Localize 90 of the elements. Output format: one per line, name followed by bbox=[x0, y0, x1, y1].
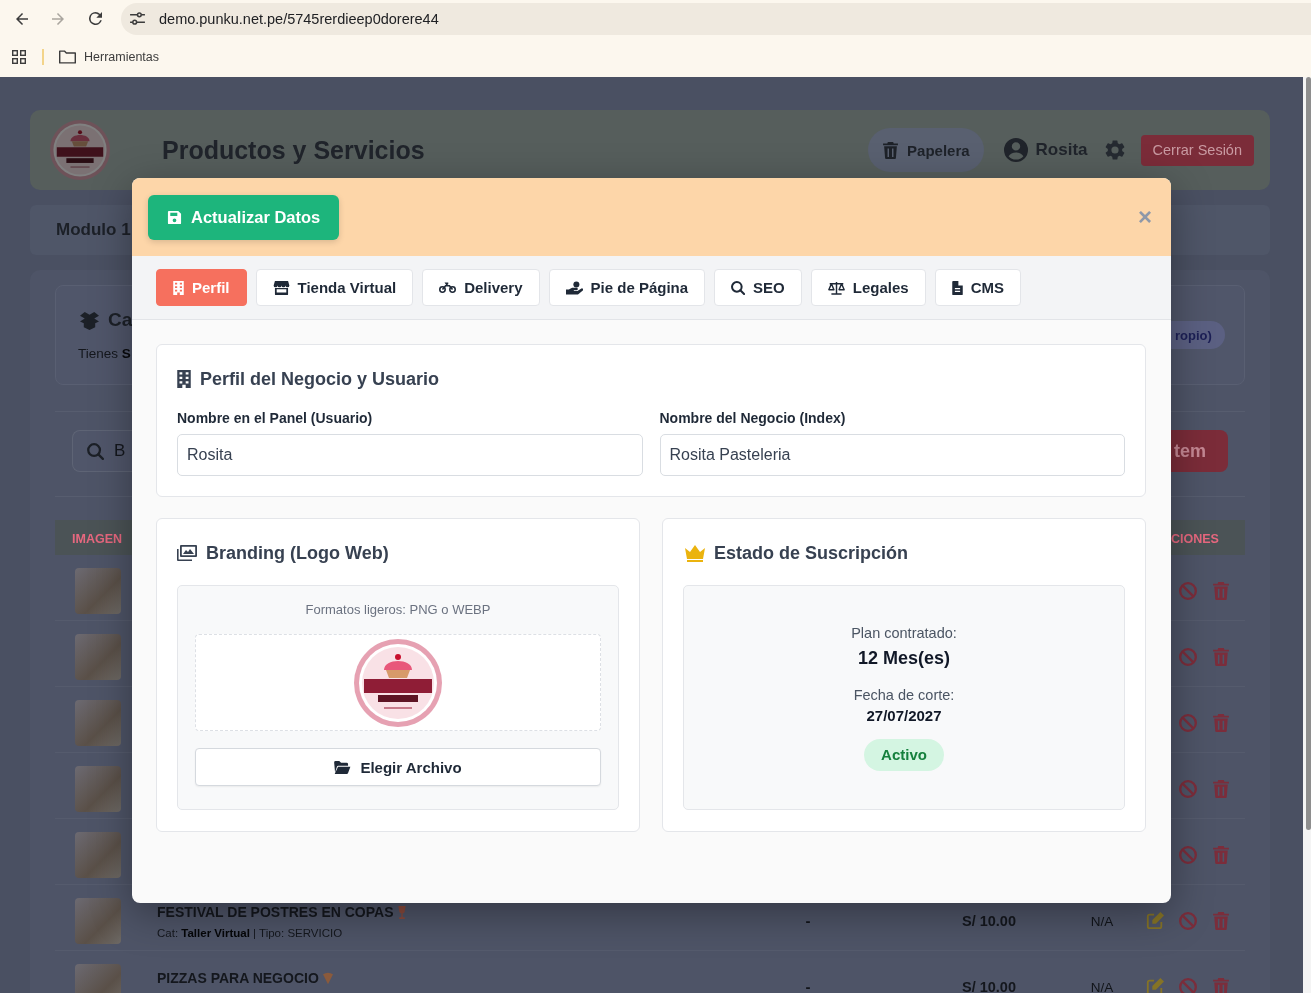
card-title: Perfil del Negocio y Usuario bbox=[200, 368, 440, 390]
folder-icon bbox=[59, 50, 76, 64]
product-details: Cat: Taller Virtual | Tipo: SERVICIO bbox=[157, 926, 343, 940]
summary-title: Ca bbox=[108, 308, 133, 332]
folder-icon bbox=[334, 760, 352, 774]
pizza-slice-icon bbox=[322, 971, 333, 985]
tab[interactable]: SEO bbox=[714, 269, 802, 306]
card-title: Estado de Suscripción bbox=[714, 542, 909, 564]
plan-value: 12 Mes(es) bbox=[857, 646, 951, 670]
ban-icon[interactable] bbox=[1179, 713, 1197, 732]
tab[interactable]: Pie de Página bbox=[548, 269, 706, 306]
bookmark-folder[interactable]: Herramientas bbox=[59, 50, 160, 64]
trash-icon[interactable] bbox=[1212, 911, 1230, 930]
product-name: FESTIVAL DE POSTRES EN COPAS bbox=[157, 904, 394, 920]
forward-arrow-icon[interactable] bbox=[52, 12, 64, 25]
apps-grid-icon[interactable] bbox=[12, 50, 26, 64]
trash-icon bbox=[883, 141, 899, 159]
scale-icon bbox=[827, 280, 845, 295]
ban-icon[interactable] bbox=[1179, 977, 1197, 993]
summary-badge: ropio) bbox=[1171, 321, 1225, 349]
product-name: PIZZAS PARA NEGOCIO bbox=[157, 970, 319, 986]
search-field[interactable]: B bbox=[72, 430, 132, 472]
photo-placeholder bbox=[75, 699, 121, 746]
price: S/ 10.00 bbox=[962, 912, 1016, 929]
search-icon bbox=[87, 442, 104, 460]
edit-icon[interactable] bbox=[1146, 911, 1164, 930]
tab[interactable]: CMS bbox=[934, 269, 1021, 306]
building-icon bbox=[177, 370, 191, 388]
document-icon bbox=[951, 280, 963, 295]
photo-placeholder bbox=[75, 633, 121, 680]
table-cell: N/A bbox=[1090, 913, 1114, 929]
user-avatar-icon[interactable] bbox=[1003, 138, 1028, 162]
address-bar[interactable]: demo.punku.net.pe/5745rerdieep0dorere44 bbox=[121, 2, 1311, 35]
hand-coin-icon bbox=[565, 280, 583, 295]
text-field[interactable]: Rosita bbox=[177, 434, 643, 476]
trash-icon[interactable] bbox=[1212, 977, 1230, 993]
trash-icon[interactable] bbox=[1212, 713, 1230, 732]
store-icon bbox=[272, 280, 290, 295]
table-cell: - bbox=[805, 977, 811, 993]
module-label: Modulo 1 bbox=[56, 220, 131, 240]
field-label: Nombre del Negocio (Index) bbox=[659, 410, 847, 427]
text-field[interactable]: Rosita Pasteleria bbox=[659, 434, 1125, 476]
column-header: IMAGEN bbox=[72, 531, 122, 546]
settings-icon[interactable] bbox=[1104, 140, 1125, 160]
tab[interactable]: Tienda Virtual bbox=[255, 269, 414, 306]
photo-placeholder bbox=[75, 831, 121, 878]
trash-icon[interactable] bbox=[1212, 845, 1230, 864]
search-icon bbox=[731, 280, 746, 295]
images-icon bbox=[177, 545, 197, 561]
logo-drawing bbox=[50, 120, 110, 180]
plan-label: Plan contratado: bbox=[851, 624, 957, 642]
trash-icon[interactable] bbox=[1212, 779, 1230, 798]
tab[interactable]: Delivery bbox=[422, 269, 540, 306]
crown-icon bbox=[683, 544, 707, 562]
bicycle-icon bbox=[439, 280, 457, 295]
table-cell: - bbox=[805, 911, 811, 929]
table-cell: N/A bbox=[1090, 979, 1114, 993]
sliders-icon[interactable] bbox=[130, 12, 145, 25]
ban-icon[interactable] bbox=[1179, 779, 1197, 798]
reload-icon[interactable] bbox=[89, 12, 102, 25]
trash-icon[interactable] bbox=[1212, 647, 1230, 666]
logout-button[interactable]: Cerrar Sesión bbox=[1140, 134, 1254, 166]
scrollbar-track[interactable] bbox=[1303, 77, 1311, 993]
glass-icon bbox=[397, 905, 408, 919]
ban-icon[interactable] bbox=[1179, 911, 1197, 930]
summary-text: Tienes S bbox=[78, 346, 131, 362]
status-badge: Activo bbox=[864, 738, 944, 771]
field-label: Nombre en el Panel (Usuario) bbox=[177, 410, 374, 427]
column-header: CIONES bbox=[1171, 531, 1219, 546]
format-hint: Formatos ligeros: PNG o WEBP bbox=[305, 602, 491, 617]
back-arrow-icon[interactable] bbox=[16, 12, 28, 25]
price: S/ 10.00 bbox=[962, 978, 1016, 993]
trash-icon[interactable] bbox=[1212, 581, 1230, 600]
photo-placeholder bbox=[75, 765, 121, 812]
ban-icon[interactable] bbox=[1179, 845, 1197, 864]
cutoff-label: Fecha de corte: bbox=[853, 686, 955, 704]
box-icon bbox=[78, 310, 101, 330]
scrollbar-thumb[interactable] bbox=[1306, 77, 1311, 830]
building-icon bbox=[173, 280, 184, 295]
photo-placeholder bbox=[75, 897, 121, 944]
photo-placeholder bbox=[75, 567, 121, 614]
cutoff-date: 27/07/2027 bbox=[866, 707, 942, 724]
tab[interactable]: Legales bbox=[810, 269, 926, 306]
ban-icon[interactable] bbox=[1179, 647, 1197, 666]
user-name: Rosita bbox=[1035, 140, 1088, 160]
ban-icon[interactable] bbox=[1179, 581, 1197, 600]
card-title: Branding (Logo Web) bbox=[206, 542, 389, 564]
choose-file-button[interactable]: Elegir Archivo bbox=[195, 748, 601, 786]
edit-icon[interactable] bbox=[1146, 977, 1164, 993]
page-title: Productos y Servicios bbox=[162, 135, 425, 165]
